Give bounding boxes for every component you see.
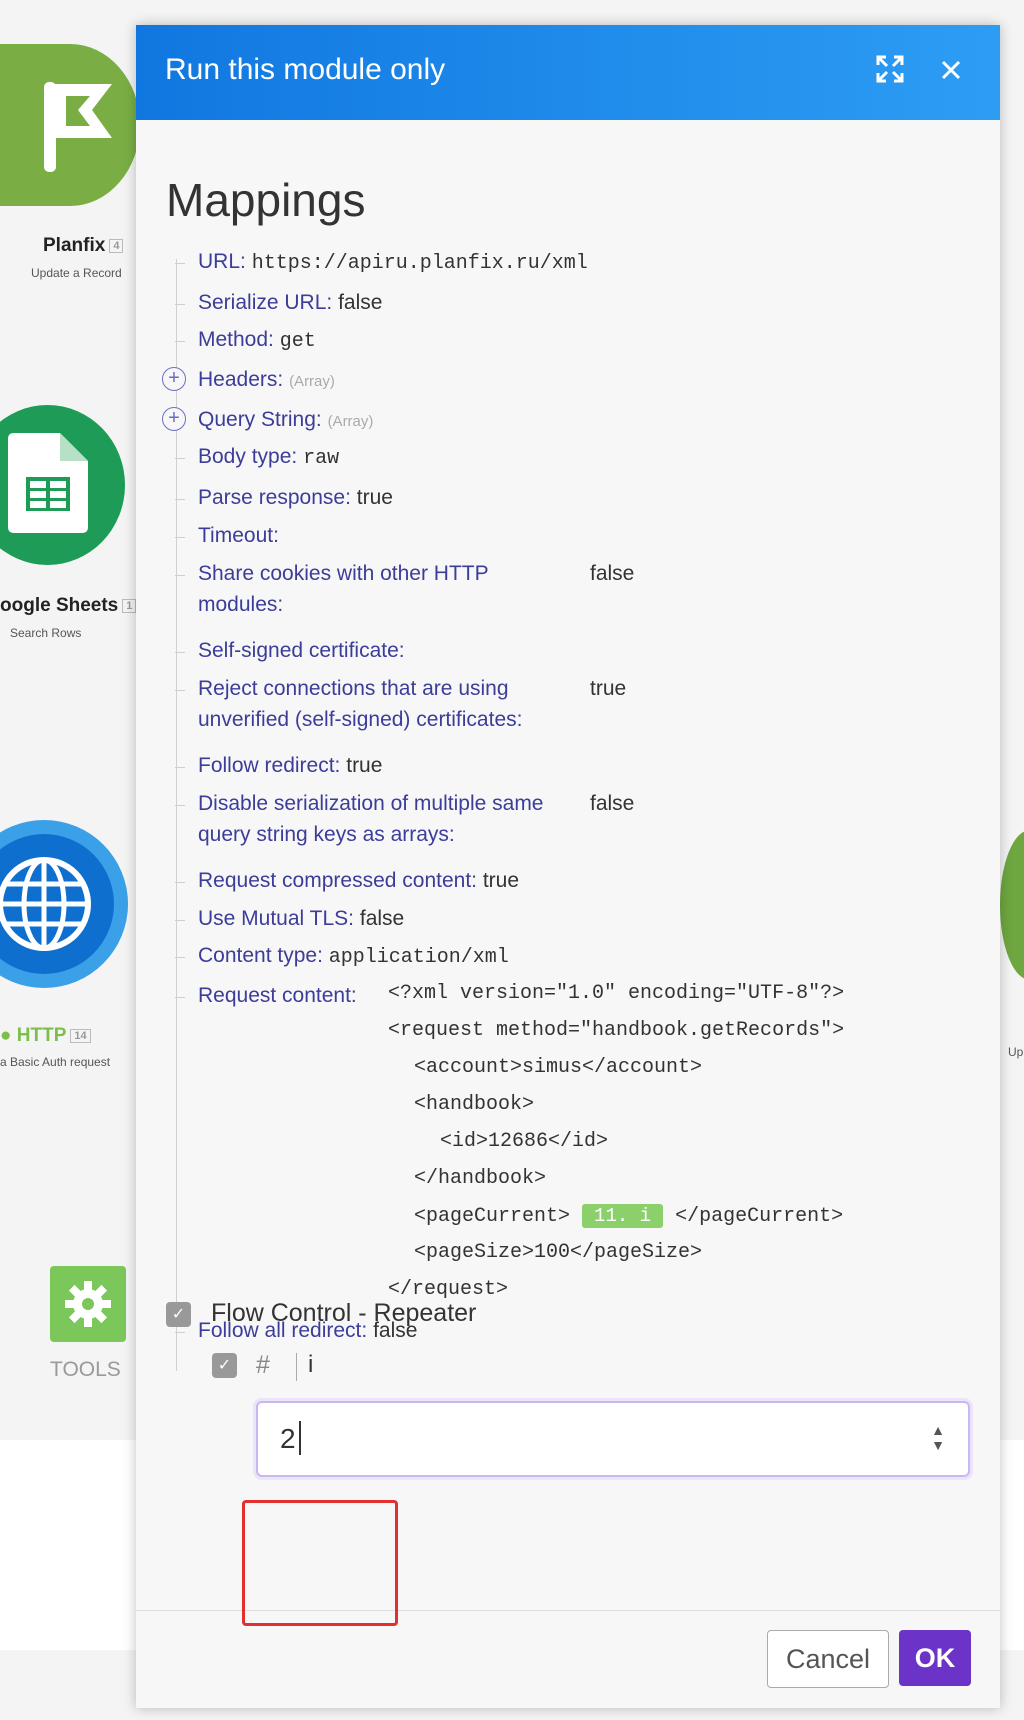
google-sheets-icon: [0, 405, 125, 565]
dialog-header: Run this module only: [136, 25, 1000, 120]
planfix-icon: [0, 44, 140, 206]
xml-line: </request>: [388, 1278, 509, 1301]
xml-line: <account>simus</account>: [414, 1056, 703, 1079]
text-caret: [299, 1421, 301, 1455]
mappings-title: Mappings: [166, 174, 366, 226]
cancel-button[interactable]: Cancel: [767, 1630, 889, 1688]
run-module-dialog: Run this module only Mappings URL: https…: [136, 25, 1000, 1708]
xml-line: <handbook>: [414, 1093, 535, 1116]
module-subtitle: Search Rows: [10, 626, 82, 640]
field-label: i: [308, 1351, 314, 1378]
section-title: Flow Control - Repeater: [211, 1299, 477, 1327]
module-name: oogle Sheets 1: [0, 595, 137, 617]
module-subtitle: Up: [1008, 1045, 1024, 1059]
annotation-highlight: [242, 1500, 398, 1626]
xml-line: <?xml version="1.0" encoding="UTF-8"?>: [388, 982, 845, 1005]
spinner-icon[interactable]: ▲ ▼: [930, 1423, 946, 1455]
ok-button[interactable]: OK: [899, 1630, 971, 1686]
variable-pill[interactable]: 11. i: [582, 1204, 664, 1228]
xml-line: <id>12686</id>: [440, 1130, 609, 1153]
module-subtitle: a Basic Auth request: [0, 1055, 111, 1069]
tools-label: TOOLS: [50, 1358, 121, 1381]
xml-line: </handbook>: [414, 1167, 547, 1190]
gear-icon: [50, 1266, 126, 1342]
number-type-icon: #: [256, 1351, 270, 1379]
xml-line: <request method="handbook.getRecords">: [388, 1019, 845, 1042]
divider: [296, 1353, 297, 1381]
module-name: Planfix 4: [43, 235, 124, 257]
module-name: ● HTTP 14: [0, 1025, 91, 1047]
close-icon[interactable]: [934, 55, 968, 89]
collapse-chevron-icon[interactable]: ✓: [166, 1302, 191, 1327]
expand-plus-icon[interactable]: +: [162, 407, 186, 431]
expand-icon[interactable]: [873, 55, 907, 89]
module-partial-right[interactable]: [1000, 830, 1024, 980]
collapse-chevron-icon[interactable]: ✓: [212, 1353, 237, 1378]
input-value: 2: [280, 1423, 296, 1454]
globe-icon: [0, 857, 91, 951]
xml-line-page-current: <pageCurrent> 11. i </pageCurrent>: [414, 1204, 844, 1228]
xml-line: <pageSize>100</pageSize>: [414, 1241, 703, 1264]
dialog-title: Run this module only: [165, 53, 446, 86]
module-subtitle: Update a Record: [31, 266, 122, 280]
i-number-input[interactable]: 2 ▲ ▼: [256, 1401, 970, 1477]
expand-plus-icon[interactable]: +: [162, 367, 186, 391]
http-ring: [0, 820, 128, 988]
